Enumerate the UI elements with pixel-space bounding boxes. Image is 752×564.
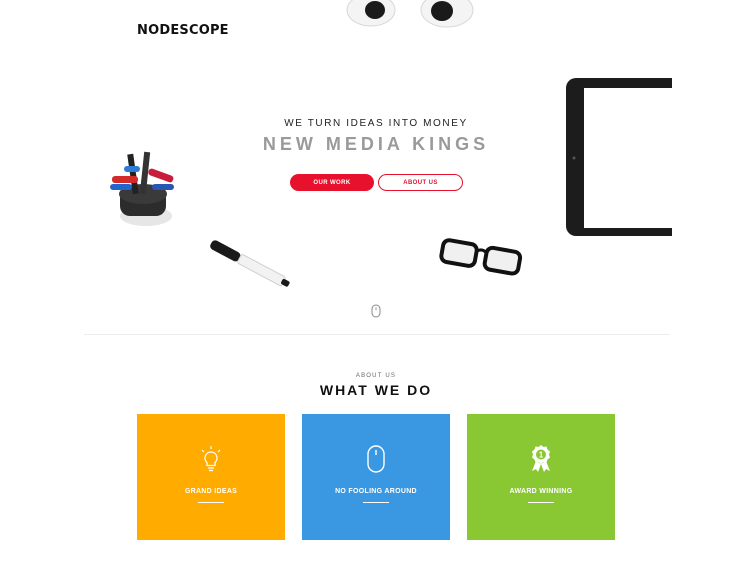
card-underline (528, 502, 554, 503)
pen-cup-image (110, 151, 174, 226)
about-us-button[interactable]: ABOUT US (378, 174, 463, 191)
site-logo[interactable]: NODESCOPE (137, 23, 229, 38)
feature-card-grand-ideas[interactable]: GRAND IDEAS (137, 414, 285, 540)
speakers-image (346, 0, 474, 28)
marker-image (210, 240, 290, 287)
award-ribbon-icon: 1 (529, 444, 553, 474)
card-label: NO FOOLING AROUND (335, 488, 417, 495)
mouse-icon (364, 444, 388, 474)
feature-card-no-fooling-around[interactable]: NO FOOLING AROUND (302, 414, 450, 540)
card-label: AWARD WINNING (509, 488, 573, 495)
feature-card-award-winning[interactable]: 1 AWARD WINNING (467, 414, 615, 540)
lightbulb-icon (199, 444, 223, 474)
section-title: WHAT WE DO (319, 382, 433, 398)
section-divider (84, 334, 670, 335)
glasses-image (439, 238, 523, 276)
hero-kicker: WE TURN IDEAS INTO MONEY (284, 118, 468, 129)
card-underline (363, 502, 389, 503)
card-label: GRAND IDEAS (184, 488, 238, 495)
mouse-scroll-icon[interactable] (371, 304, 381, 318)
svg-text:1: 1 (539, 451, 544, 460)
section-kicker: ABOUT US (355, 373, 397, 379)
tablet-image (566, 78, 672, 236)
card-underline (198, 502, 224, 503)
hero-title: NEW MEDIA KINGS (262, 134, 490, 154)
our-work-button[interactable]: OUR WORK (290, 174, 374, 191)
